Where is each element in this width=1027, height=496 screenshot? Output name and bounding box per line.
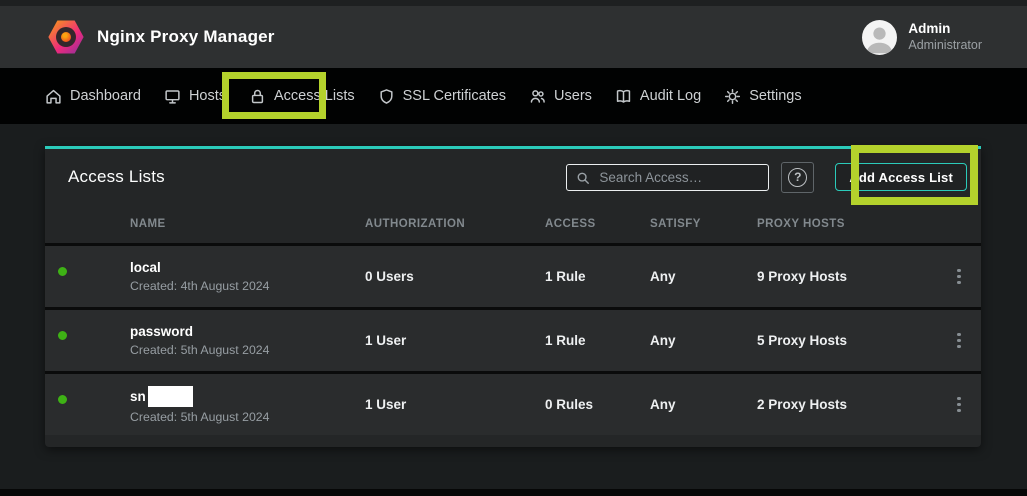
shield-icon <box>378 88 395 105</box>
user-avatar <box>862 20 897 55</box>
nav-item-settings[interactable]: Settings <box>724 88 801 105</box>
created-date: Created: 5th August 2024 <box>130 343 365 357</box>
nav-item-label: SSL Certificates <box>403 88 506 104</box>
nav-item-users[interactable]: Users <box>529 88 592 105</box>
col-header-authorization: AUTHORIZATION <box>365 218 545 230</box>
access-cell: 0 Rules <box>545 397 650 412</box>
proxy-hosts-cell: 5 Proxy Hosts <box>757 333 937 348</box>
col-header-proxy-hosts: PROXY HOSTS <box>757 218 937 230</box>
authorization-cell: 1 User <box>365 333 545 348</box>
nav-item-label: Hosts <box>189 88 226 104</box>
table-row[interactable]: sn Created: 5th August 2024 1 User 0 Rul… <box>45 371 981 435</box>
name-cell: sn Created: 5th August 2024 <box>130 386 365 424</box>
panel-header: Access Lists ? Add Access List <box>45 149 981 205</box>
app-title: Nginx Proxy Manager <box>97 27 275 47</box>
gear-icon <box>724 88 741 105</box>
question-mark-icon: ? <box>788 168 807 187</box>
topbar: Nginx Proxy Manager Admin Administrator <box>0 0 1027 68</box>
access-cell: 1 Rule <box>545 269 650 284</box>
nav-item-hosts[interactable]: Hosts <box>164 88 226 105</box>
access-list-name: local <box>130 260 365 276</box>
nav-item-label: Users <box>554 88 592 104</box>
user-role: Administrator <box>908 38 982 54</box>
proxy-hosts-cell: 2 Proxy Hosts <box>757 397 937 412</box>
online-status-dot <box>56 265 69 278</box>
nav-item-label: Settings <box>749 88 801 104</box>
access-cell: 1 Rule <box>545 333 650 348</box>
row-menu-button[interactable] <box>957 391 960 418</box>
satisfy-cell: Any <box>650 397 757 412</box>
row-menu-button[interactable] <box>957 263 960 290</box>
col-header-name: NAME <box>130 218 365 230</box>
table-row[interactable]: local Created: 4th August 2024 0 Users 1… <box>45 243 981 307</box>
brand[interactable]: Nginx Proxy Manager <box>48 19 275 55</box>
search-input[interactable] <box>567 165 768 190</box>
app-logo-icon <box>48 19 84 55</box>
table-header-row: NAME AUTHORIZATION ACCESS SATISFY PROXY … <box>45 205 981 243</box>
panel-title: Access Lists <box>68 167 165 187</box>
nav-item-dashboard[interactable]: Dashboard <box>45 88 141 105</box>
col-header-satisfy: SATISFY <box>650 218 757 230</box>
app-window: Nginx Proxy Manager Admin Administrator … <box>0 0 1027 496</box>
name-cell: password Created: 5th August 2024 <box>130 324 365 357</box>
home-icon <box>45 88 62 105</box>
window-bottom-edge <box>0 489 1027 496</box>
main-nav: Dashboard Hosts Access Lists SSL Certifi… <box>0 68 1027 124</box>
nav-item-audit-log[interactable]: Audit Log <box>615 88 701 105</box>
satisfy-cell: Any <box>650 269 757 284</box>
access-list-name: password <box>130 324 365 340</box>
redaction-overlay <box>148 386 193 407</box>
nav-item-ssl-certificates[interactable]: SSL Certificates <box>378 88 506 105</box>
access-list-name: sn <box>130 386 365 407</box>
access-lists-panel: Access Lists ? Add Access List NAME AUTH… <box>45 146 981 447</box>
users-icon <box>529 88 546 105</box>
proxy-hosts-cell: 9 Proxy Hosts <box>757 269 937 284</box>
col-header-access: ACCESS <box>545 218 650 230</box>
monitor-icon <box>164 88 181 105</box>
search-box <box>566 164 769 191</box>
authorization-cell: 0 Users <box>365 269 545 284</box>
satisfy-cell: Any <box>650 333 757 348</box>
annotation-highlight-add-access-list <box>851 145 978 205</box>
created-date: Created: 4th August 2024 <box>130 279 365 293</box>
nav-item-label: Audit Log <box>640 88 701 104</box>
nav-item-label: Dashboard <box>70 88 141 104</box>
created-date: Created: 5th August 2024 <box>130 410 365 424</box>
user-name: Admin <box>908 21 982 38</box>
user-meta: Admin Administrator <box>908 20 982 55</box>
search-icon <box>576 171 590 185</box>
annotation-highlight-access-lists <box>222 72 326 119</box>
logo-ring <box>56 27 76 47</box>
online-status-dot <box>56 393 69 406</box>
help-button[interactable]: ? <box>781 162 814 193</box>
name-cell: local Created: 4th August 2024 <box>130 260 365 293</box>
authorization-cell: 1 User <box>365 397 545 412</box>
book-icon <box>615 88 632 105</box>
row-menu-button[interactable] <box>957 327 960 354</box>
table-row[interactable]: password Created: 5th August 2024 1 User… <box>45 307 981 371</box>
online-status-dot <box>56 329 69 342</box>
logo-core <box>61 32 71 42</box>
user-menu[interactable]: Admin Administrator <box>862 20 982 55</box>
